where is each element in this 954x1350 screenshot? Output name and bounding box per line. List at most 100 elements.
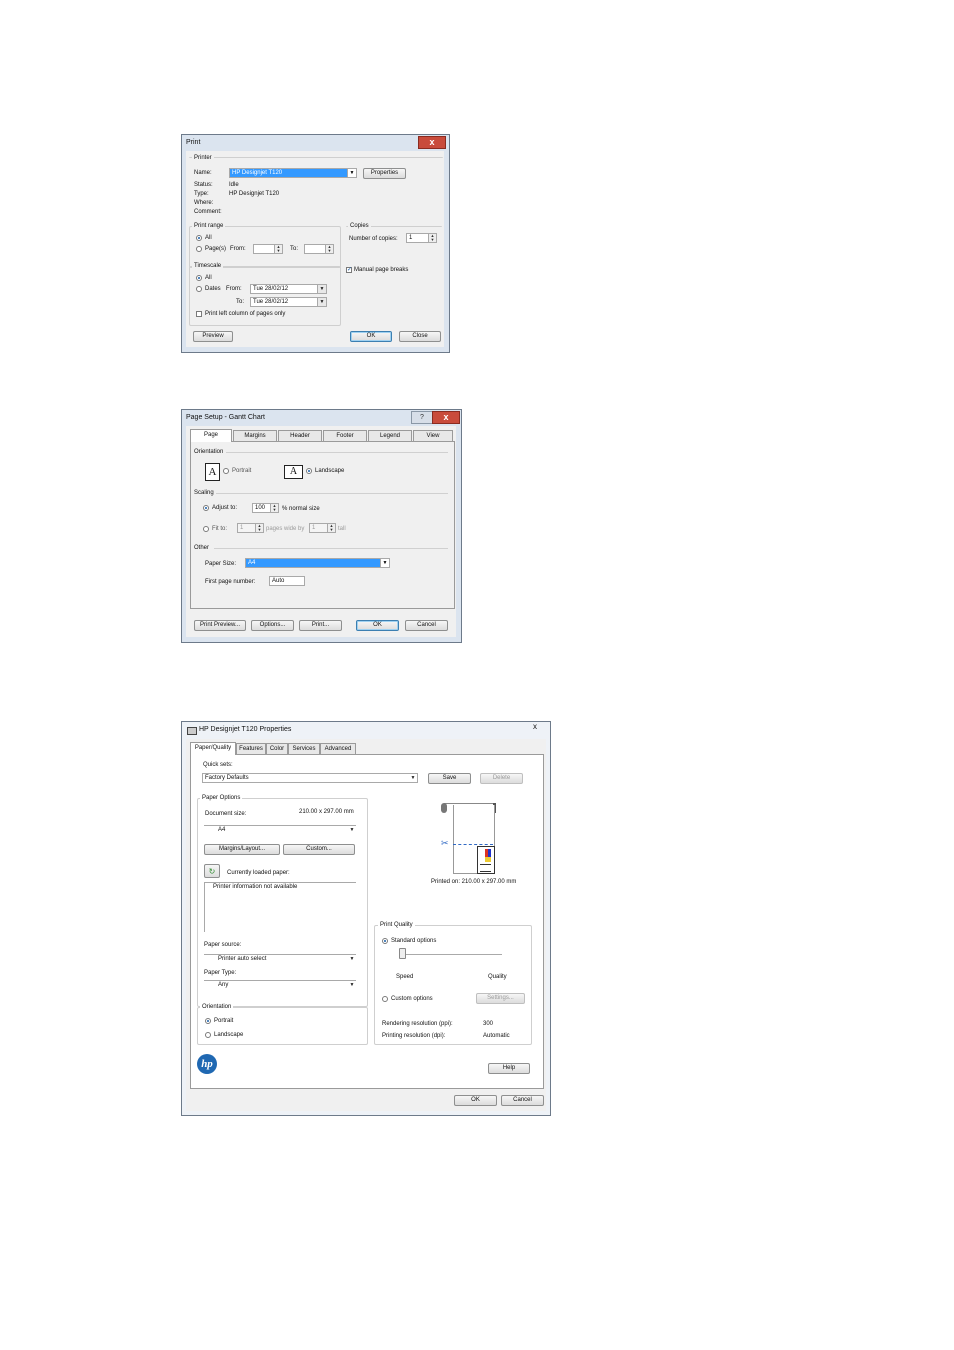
paper-type-dropdown[interactable]: Any ▼ <box>204 980 356 991</box>
landscape-label: Landscape <box>315 468 345 474</box>
landscape-radio[interactable] <box>205 1032 211 1038</box>
help-button[interactable]: Help <box>488 1063 530 1074</box>
status-label: Status: <box>194 182 213 188</box>
range-all-radio[interactable] <box>196 235 202 241</box>
ok-button[interactable]: OK <box>350 331 392 342</box>
chevron-down-icon[interactable]: ▼ <box>409 774 417 782</box>
spin-icon[interactable]: ▲ ▼ <box>255 524 263 532</box>
paper-type-label: Paper Type: <box>204 970 237 976</box>
comment-label: Comment: <box>194 209 222 215</box>
scaling-group-label: Scaling <box>194 490 214 496</box>
fit-wide-input[interactable]: 1 ▲ ▼ <box>237 523 264 533</box>
chevron-down-icon[interactable]: ▼ <box>348 981 356 991</box>
spin-icon[interactable]: ▲ ▼ <box>327 524 335 532</box>
printer-name-value: HP Designjet T120 <box>232 170 283 176</box>
fit-tall-value: 1 <box>312 525 316 531</box>
cancel-button[interactable]: Cancel <box>405 620 448 631</box>
paper-size-dropdown[interactable]: A4 ▼ <box>245 558 390 568</box>
options-button[interactable]: Options... <box>251 620 294 631</box>
custom-options-radio[interactable] <box>382 996 388 1002</box>
printer-name-dropdown[interactable]: HP Designjet T120 ▼ <box>229 168 357 178</box>
range-from-label: From: <box>230 246 246 252</box>
standard-options-radio[interactable] <box>382 938 388 944</box>
settings-button[interactable]: Settings... <box>476 993 525 1004</box>
number-of-copies-input[interactable]: 1 ▲ ▼ <box>406 233 437 243</box>
spin-icon[interactable]: ▲ ▼ <box>274 245 282 253</box>
chevron-down-icon[interactable]: ▼ <box>317 285 326 293</box>
adjust-to-input[interactable]: 100 ▲ ▼ <box>252 503 279 513</box>
timescale-to-dropdown[interactable]: Tue 28/02/12 ▼ <box>250 297 327 307</box>
printer-group-label: Printer <box>192 154 214 162</box>
portrait-radio[interactable] <box>205 1018 211 1024</box>
landscape-radio[interactable] <box>306 468 312 474</box>
chevron-down-icon[interactable]: ▼ <box>348 826 356 836</box>
adjust-to-radio[interactable] <box>203 505 209 511</box>
fit-tall-input[interactable]: 1 ▲ ▼ <box>309 523 336 533</box>
delete-button[interactable]: Delete <box>480 773 523 784</box>
close-icon[interactable]: x <box>432 411 460 424</box>
range-pages-label: Page(s) <box>205 246 227 252</box>
cancel-button[interactable]: Cancel <box>501 1095 544 1106</box>
tab-paper-quality[interactable]: Paper/Quality <box>190 742 236 755</box>
custom-button[interactable]: Custom... <box>283 844 355 855</box>
range-pages-radio[interactable] <box>196 246 202 252</box>
portrait-radio[interactable] <box>223 468 229 474</box>
number-of-copies-label: Number of copies: <box>349 236 398 242</box>
paper-size-value: A4 <box>248 560 256 566</box>
first-page-value: Auto <box>272 578 285 584</box>
margins-layout-button[interactable]: Margins/Layout... <box>204 844 280 855</box>
range-to-label: To: <box>290 246 299 252</box>
timescale-from-dropdown[interactable]: Tue 28/02/12 ▼ <box>250 284 327 294</box>
close-icon[interactable]: x <box>533 723 537 731</box>
timescale-all-label: All <box>205 275 212 281</box>
properties-button[interactable]: Properties <box>363 168 406 179</box>
close-button[interactable]: Close <box>399 331 441 342</box>
status-value: Idle <box>229 182 239 188</box>
paper-source-dropdown[interactable]: Printer auto select ▼ <box>204 954 356 965</box>
paper-options-label: Paper Options <box>200 794 243 802</box>
fit-to-radio[interactable] <box>203 526 209 532</box>
chevron-down-icon[interactable]: ▼ <box>348 955 356 965</box>
quality-slider-track[interactable] <box>402 954 502 955</box>
first-page-input[interactable]: Auto <box>269 576 305 586</box>
printer-name-label: Name: <box>194 170 212 176</box>
pages-wide-by-label: pages wide by <box>266 526 305 532</box>
chevron-down-icon[interactable]: ▼ <box>380 559 389 567</box>
timescale-all-radio[interactable] <box>196 275 202 281</box>
chevron-down-icon[interactable]: ▼ <box>347 169 356 177</box>
document-size-label: Document size: <box>205 811 247 817</box>
rendering-resolution-label: Rendering resolution (ppi): <box>382 1021 453 1027</box>
manual-breaks-checkbox[interactable]: ✓ <box>346 267 352 273</box>
spin-icon[interactable]: ▲ ▼ <box>270 504 278 512</box>
range-from-input[interactable]: ▲ ▼ <box>253 244 283 254</box>
print-preview-button[interactable]: Print Preview... <box>194 620 246 631</box>
spin-icon[interactable]: ▲ ▼ <box>325 245 333 253</box>
preview-button[interactable]: Preview <box>193 331 233 342</box>
ok-button[interactable]: OK <box>356 620 399 631</box>
timescale-dates-radio[interactable] <box>196 286 202 292</box>
timescale-from-label: From: <box>226 286 242 292</box>
tab-page[interactable]: Page <box>190 429 232 442</box>
refresh-icon[interactable]: ↻ <box>204 864 220 878</box>
close-icon[interactable]: x <box>418 136 446 149</box>
chevron-down-icon[interactable]: ▼ <box>317 298 326 306</box>
left-column-checkbox[interactable] <box>196 311 202 317</box>
spin-icon[interactable]: ▲ ▼ <box>428 234 436 242</box>
save-button[interactable]: Save <box>428 773 471 784</box>
size-dropdown-value: A4 <box>218 827 226 833</box>
range-to-input[interactable]: ▲ ▼ <box>304 244 334 254</box>
standard-options-label: Standard options <box>391 938 437 944</box>
help-icon[interactable]: ? <box>411 411 433 424</box>
scissors-icon: ✂ <box>441 838 449 848</box>
print-button[interactable]: Print... <box>299 620 342 631</box>
thumbnail-block-blue <box>488 849 491 857</box>
ok-button[interactable]: OK <box>454 1095 497 1106</box>
rendering-resolution-value: 300 <box>483 1021 494 1027</box>
size-dropdown[interactable]: A4 ▼ <box>204 825 356 836</box>
quick-sets-dropdown[interactable]: Factory Defaults ▼ <box>202 773 418 783</box>
paper-source-value: Printer auto select <box>218 956 267 962</box>
printer-info-box: Printer information not available <box>204 882 356 932</box>
quality-slider-thumb[interactable] <box>399 948 406 959</box>
manual-breaks-label: Manual page breaks <box>354 267 409 273</box>
paper-size-label: Paper Size: <box>205 561 237 567</box>
